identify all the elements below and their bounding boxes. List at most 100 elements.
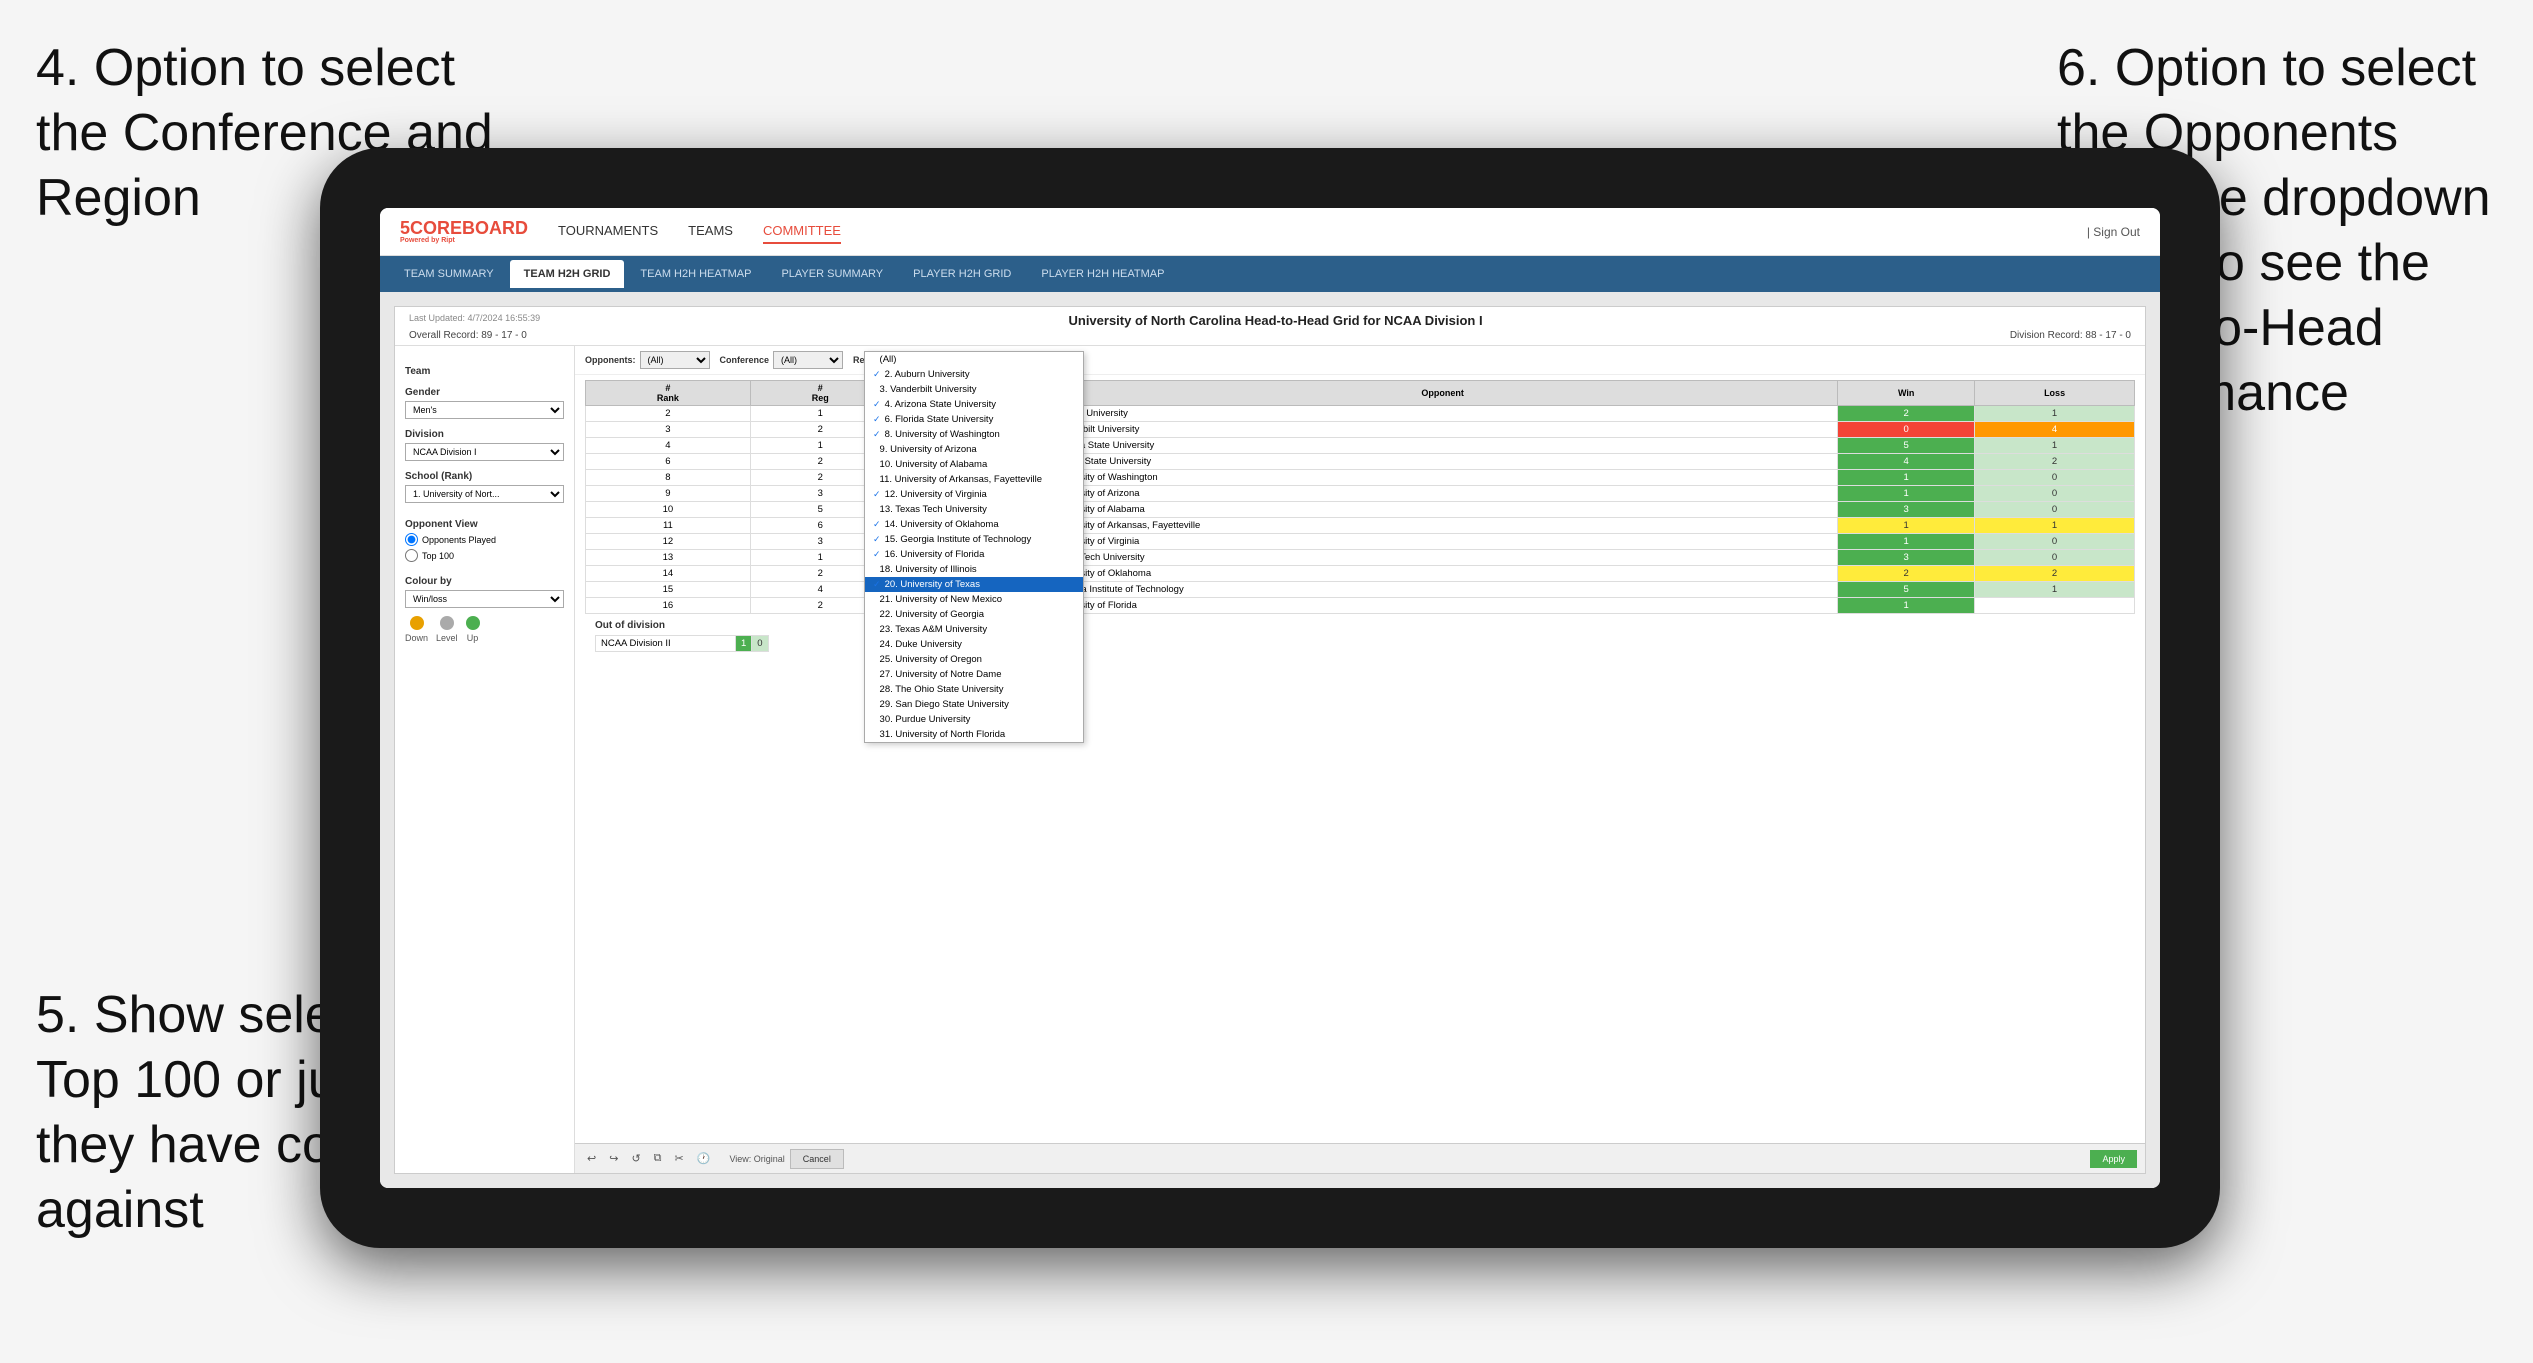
tab-player-summary[interactable]: PLAYER SUMMARY <box>767 260 897 288</box>
dropdown-item[interactable]: 22. University of Georgia <box>865 607 1083 622</box>
gender-select[interactable]: Men's <box>405 401 564 419</box>
dropdown-item[interactable]: ✓2. Auburn University <box>865 367 1083 382</box>
conference-select[interactable]: (All) <box>773 351 843 369</box>
nav-signout[interactable]: | Sign Out <box>2087 225 2140 239</box>
cell-loss: 0 <box>1975 534 2135 550</box>
apply-button[interactable]: Apply <box>2090 1150 2137 1168</box>
nav-teams[interactable]: TEAMS <box>688 219 733 244</box>
dropdown-item-label: 18. University of Illinois <box>880 564 977 575</box>
check-icon <box>873 684 876 694</box>
check-icon <box>873 459 876 469</box>
table-row: 13 1 Texas Tech University 3 0 <box>586 550 2135 566</box>
cell-team: University of Virginia <box>1047 534 1837 550</box>
tab-team-h2h-grid[interactable]: TEAM H2H GRID <box>510 260 625 288</box>
school-select[interactable]: 1. University of Nort... <box>405 485 564 503</box>
filter-conference: Conference (All) <box>720 351 844 369</box>
dropdown-item[interactable]: 24. Duke University <box>865 637 1083 652</box>
dropdown-item[interactable]: 23. Texas A&M University <box>865 622 1083 637</box>
cell-rank: 12 <box>586 534 751 550</box>
toolbar-redo[interactable]: ↪ <box>605 1150 622 1167</box>
cell-win: 4 <box>1838 454 1975 470</box>
table-row: 16 2 University of Florida 1 <box>586 598 2135 614</box>
dropdown-item[interactable]: 18. University of Illinois <box>865 562 1083 577</box>
dropdown-item-label: 22. University of Georgia <box>880 609 985 620</box>
nav-tournaments[interactable]: TOURNAMENTS <box>558 219 658 244</box>
dropdown-item[interactable]: 11. University of Arkansas, Fayetteville <box>865 472 1083 487</box>
cell-win: 1 <box>1838 486 1975 502</box>
dropdown-item[interactable]: ✓4. Arizona State University <box>865 397 1083 412</box>
opponent-dropdown[interactable]: (All)✓2. Auburn University 3. Vanderbilt… <box>864 351 1084 743</box>
cell-rank: 11 <box>586 518 751 534</box>
dropdown-item[interactable]: 31. University of North Florida <box>865 727 1083 742</box>
tab-team-summary[interactable]: TEAM SUMMARY <box>390 260 508 288</box>
toolbar-undo[interactable]: ↩ <box>583 1150 600 1167</box>
col-win: Win <box>1838 381 1975 406</box>
radio-top100[interactable]: Top 100 <box>405 549 564 562</box>
dropdown-item-label: 30. Purdue University <box>880 714 971 725</box>
dropdown-item[interactable]: 10. University of Alabama <box>865 457 1083 472</box>
tab-player-h2h-grid[interactable]: PLAYER H2H GRID <box>899 260 1025 288</box>
dropdown-item[interactable]: ✓14. University of Oklahoma <box>865 517 1083 532</box>
cell-loss: 0 <box>1975 502 2135 518</box>
table-row: 15 4 Georgia Institute of Technology 5 1 <box>586 582 2135 598</box>
dropdown-item[interactable]: ✓ 15. Georgia Institute of Technology <box>865 532 1083 547</box>
table-row: 14 2 University of Oklahoma 2 2 <box>586 566 2135 582</box>
dropdown-item-label: 6. Florida State University <box>885 414 994 425</box>
dropdown-item[interactable]: ✓16. University of Florida <box>865 547 1083 562</box>
check-icon: ✓ <box>873 489 881 499</box>
dropdown-item[interactable]: 30. Purdue University <box>865 712 1083 727</box>
colour-select[interactable]: Win/loss <box>405 590 564 608</box>
nav-committee[interactable]: COMMITTEE <box>763 219 841 244</box>
table-row: 12 3 University of Virginia 1 0 <box>586 534 2135 550</box>
dropdown-item[interactable]: 3. Vanderbilt University <box>865 382 1083 397</box>
legend: Down Level Up <box>405 616 564 643</box>
col-rank: #Rank <box>586 381 751 406</box>
dropdown-item[interactable]: 25. University of Oregon <box>865 652 1083 667</box>
sidebar-gender-label: Gender <box>405 387 564 398</box>
cell-team: University of Alabama <box>1047 502 1837 518</box>
dropdown-item[interactable]: (All) <box>865 352 1083 367</box>
dropdown-item[interactable]: 9. University of Arizona <box>865 442 1083 457</box>
cell-rank: 10 <box>586 502 751 518</box>
tab-team-h2h-heatmap[interactable]: TEAM H2H HEATMAP <box>626 260 765 288</box>
dropdown-item[interactable]: ✓20. University of Texas <box>865 577 1083 592</box>
division-select[interactable]: NCAA Division I <box>405 443 564 461</box>
radio-opponents-played-input[interactable] <box>405 533 418 546</box>
table-row: 4 1 Arizona State University 5 1 <box>586 438 2135 454</box>
tab-player-h2h-heatmap[interactable]: PLAYER H2H HEATMAP <box>1027 260 1178 288</box>
ood-loss: 0 <box>752 636 768 652</box>
dropdown-item[interactable]: ✓8. University of Washington <box>865 427 1083 442</box>
dropdown-item[interactable]: 21. University of New Mexico <box>865 592 1083 607</box>
opponents-select[interactable]: (All) <box>640 351 710 369</box>
check-icon <box>873 609 876 619</box>
legend-level-dot <box>440 616 454 630</box>
toolbar-copy[interactable]: ⧉ <box>650 1150 666 1167</box>
dropdown-item-label: 15. Georgia Institute of Technology <box>885 534 1032 545</box>
cell-loss: 1 <box>1975 406 2135 422</box>
cell-rank: 6 <box>586 454 751 470</box>
check-icon <box>873 699 876 709</box>
dropdown-item[interactable]: 28. The Ohio State University <box>865 682 1083 697</box>
dropdown-item[interactable]: ✓6. Florida State University <box>865 412 1083 427</box>
dropdown-item[interactable]: 27. University of Notre Dame <box>865 667 1083 682</box>
cell-team: University of Oklahoma <box>1047 566 1837 582</box>
dropdown-item-label: 9. University of Arizona <box>880 444 977 455</box>
logo-sub: Powered by Ript <box>400 237 528 244</box>
dropdown-item[interactable]: 13. Texas Tech University <box>865 502 1083 517</box>
check-icon: ✓ <box>873 534 881 544</box>
check-icon: ✓ <box>873 369 881 379</box>
dropdown-item[interactable]: ✓12. University of Virginia <box>865 487 1083 502</box>
cancel-button[interactable]: Cancel <box>790 1149 844 1169</box>
toolbar-refresh[interactable]: ↺ <box>627 1150 644 1167</box>
radio-opponents-played[interactable]: Opponents Played <box>405 533 564 546</box>
cell-loss: 0 <box>1975 486 2135 502</box>
cell-team: Florida State University <box>1047 454 1837 470</box>
table-row: 9 3 University of Arizona 1 0 <box>586 486 2135 502</box>
dropdown-item[interactable]: 29. San Diego State University <box>865 697 1083 712</box>
cell-rank: 9 <box>586 486 751 502</box>
radio-top100-input[interactable] <box>405 549 418 562</box>
toolbar-cut[interactable]: ✂ <box>671 1150 688 1167</box>
panel-updated: Last Updated: 4/7/2024 16:55:39 <box>409 313 540 323</box>
table-area: #Rank #Reg #Conf Opponent Win Loss <box>575 375 2145 1143</box>
toolbar-clock[interactable]: 🕐 <box>693 1150 715 1167</box>
